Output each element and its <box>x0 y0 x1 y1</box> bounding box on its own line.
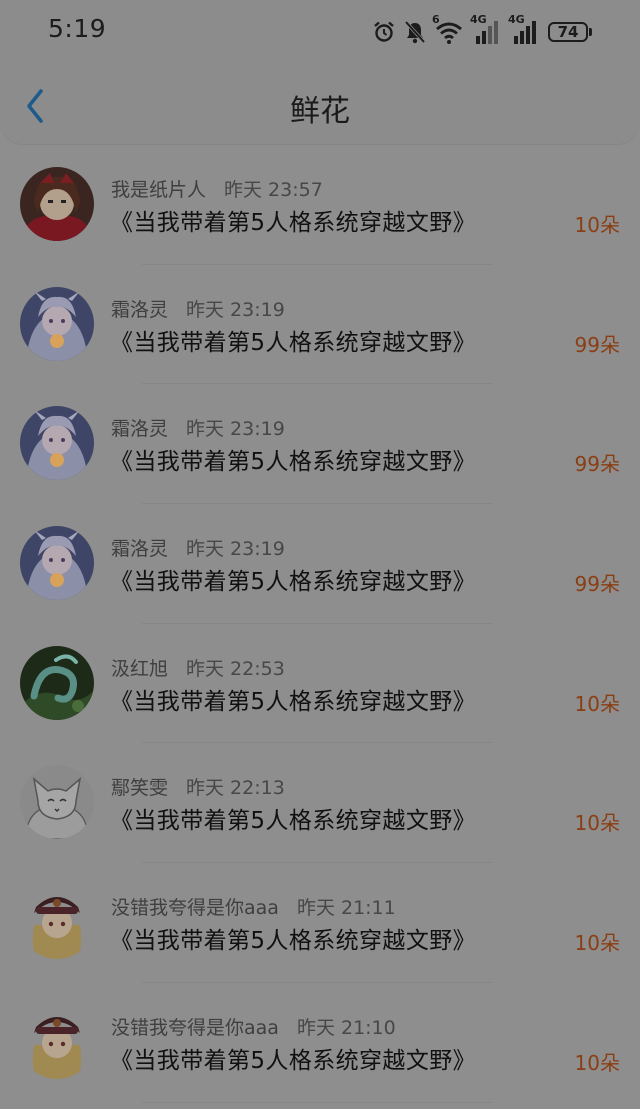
list-item[interactable]: 我是纸片人 昨天 23:57 《当我带着第5人格系统穿越文野》 10朵 <box>0 145 640 265</box>
avatar[interactable] <box>20 645 94 720</box>
timestamp: 昨天 23:19 <box>186 538 285 561</box>
page-title: 鲜花 <box>290 94 350 129</box>
username[interactable]: 汲红旭 <box>111 658 168 680</box>
nav-header: 鲜花 <box>0 62 640 144</box>
book-title[interactable]: 《当我带着第5人格系统穿越文野》 <box>110 203 476 237</box>
book-title[interactable]: 《当我带着第5人格系统穿越文野》 <box>110 801 476 835</box>
battery-tip <box>589 28 592 36</box>
list-item[interactable]: 霜洛灵 昨天 23:19 《当我带着第5人格系统穿越文野》 99朵 <box>0 504 640 624</box>
flower-count: 10朵 <box>574 213 620 237</box>
username[interactable]: 鄢笑雯 <box>111 777 168 799</box>
timestamp: 昨天 23:57 <box>224 179 323 201</box>
alarm-icon <box>374 21 394 42</box>
list-item[interactable]: 没错我夸得是你aaa 昨天 21:11 《当我带着第5人格系统穿越文野》 10朵 <box>0 863 640 983</box>
flower-count: 99朵 <box>574 452 620 477</box>
username[interactable]: 霜洛灵 <box>111 299 168 321</box>
flower-count: 10朵 <box>574 931 620 956</box>
list-item[interactable]: 霜洛灵 昨天 23:19 《当我带着第5人格系统穿越文野》 99朵 <box>0 384 640 504</box>
record-meta: 霜洛灵 昨天 23:19 <box>111 534 285 561</box>
avatar[interactable] <box>20 1004 94 1079</box>
book-title[interactable]: 《当我带着第5人格系统穿越文野》 <box>110 442 476 476</box>
mute-bell-icon <box>404 20 426 44</box>
record-meta: 没错我夸得是你aaa 昨天 21:11 <box>111 893 396 920</box>
timestamp: 昨天 21:11 <box>296 897 396 920</box>
flower-record-list: 我是纸片人 昨天 23:57 《当我带着第5人格系统穿越文野》 10朵 霜洛灵 … <box>0 145 640 1103</box>
username[interactable]: 没错我夸得是你aaa <box>111 897 279 919</box>
record-meta: 我是纸片人 昨天 23:57 <box>111 175 323 202</box>
book-title[interactable]: 《当我带着第5人格系统穿越文野》 <box>110 1041 476 1075</box>
flower-count: 99朵 <box>574 332 620 357</box>
timestamp: 昨天 22:13 <box>186 777 285 800</box>
signal-1-icon: 4G <box>470 13 502 45</box>
status-time: 5:19 <box>48 14 107 43</box>
record-meta: 汲红旭 昨天 22:53 <box>111 654 285 681</box>
record-meta: 鄢笑雯 昨天 22:13 <box>111 773 285 800</box>
book-title[interactable]: 《当我带着第5人格系统穿越文野》 <box>110 921 476 955</box>
signal-2-icon: 4G <box>508 13 540 45</box>
record-meta: 霜洛灵 昨天 23:19 <box>111 414 285 441</box>
flower-count: 10朵 <box>574 811 620 836</box>
avatar[interactable] <box>20 765 94 840</box>
username[interactable]: 没错我夸得是你aaa <box>111 1017 279 1039</box>
avatar[interactable] <box>20 286 94 361</box>
username[interactable]: 我是纸片人 <box>111 179 206 201</box>
book-title[interactable]: 《当我带着第5人格系统穿越文野》 <box>110 682 476 716</box>
list-item[interactable]: 鄢笑雯 昨天 22:13 《当我带着第5人格系统穿越文野》 10朵 <box>0 743 640 863</box>
flower-records-screen: 5:19 6 4G 4G 74 鲜花 我是纸片人 昨天 23:57 《当我带着第… <box>0 0 640 1109</box>
username[interactable]: 霜洛灵 <box>111 538 168 560</box>
flower-count: 99朵 <box>574 572 620 597</box>
avatar[interactable] <box>20 406 94 481</box>
list-item[interactable]: 霜洛灵 昨天 23:19 《当我带着第5人格系统穿越文野》 99朵 <box>0 265 640 385</box>
record-meta: 没错我夸得是你aaa 昨天 21:10 <box>111 1013 396 1040</box>
book-title[interactable]: 《当我带着第5人格系统穿越文野》 <box>110 562 476 596</box>
avatar[interactable] <box>20 885 94 960</box>
list-item[interactable]: 没错我夸得是你aaa 昨天 21:10 《当我带着第5人格系统穿越文野》 10朵 <box>0 983 640 1103</box>
timestamp: 昨天 23:19 <box>186 298 285 321</box>
avatar[interactable] <box>20 526 94 601</box>
timestamp: 昨天 21:10 <box>296 1016 396 1039</box>
flower-count: 10朵 <box>574 691 620 716</box>
username[interactable]: 霜洛灵 <box>111 418 168 440</box>
battery-level: 74 <box>548 22 588 42</box>
record-meta: 霜洛灵 昨天 23:19 <box>111 295 285 322</box>
timestamp: 昨天 22:53 <box>186 657 285 680</box>
status-bar: 5:19 6 4G 4G 74 <box>0 0 640 62</box>
list-item[interactable]: 汲红旭 昨天 22:53 《当我带着第5人格系统穿越文野》 10朵 <box>0 624 640 744</box>
wifi-icon: 6 <box>432 13 464 45</box>
book-title[interactable]: 《当我带着第5人格系统穿越文野》 <box>110 323 476 357</box>
flower-count: 10朵 <box>574 1050 620 1075</box>
battery-icon: 74 <box>548 22 592 42</box>
avatar[interactable] <box>20 167 94 241</box>
status-icons: 6 4G 4G 74 <box>372 13 592 46</box>
timestamp: 昨天 23:19 <box>186 418 285 441</box>
